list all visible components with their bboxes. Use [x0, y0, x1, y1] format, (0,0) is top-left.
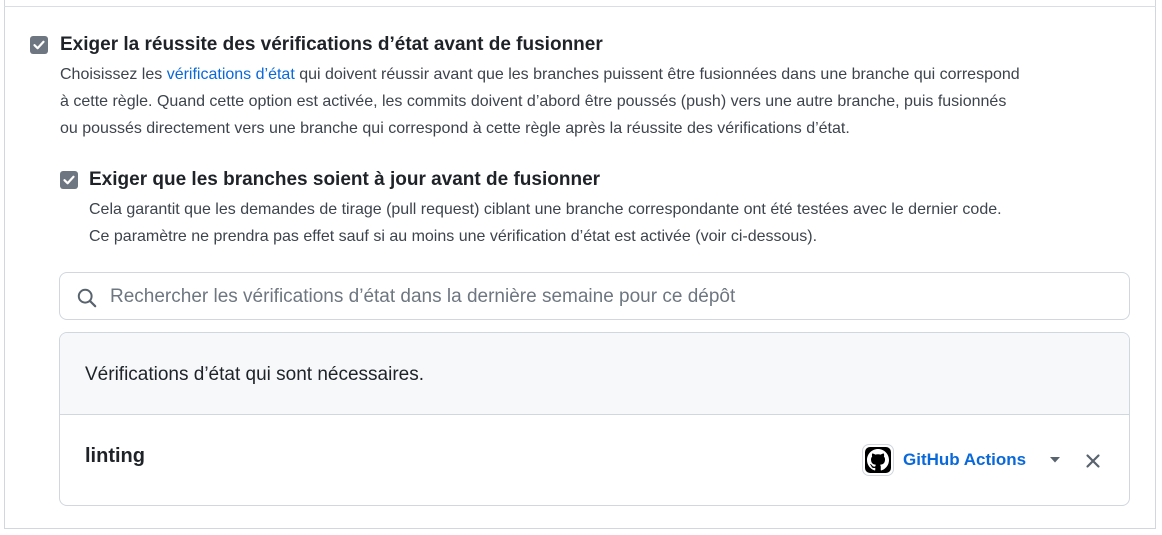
chevron-down-icon[interactable] — [1049, 456, 1061, 464]
checkmark-icon — [33, 40, 45, 50]
close-icon[interactable] — [1085, 453, 1101, 469]
github-logo-icon — [867, 449, 889, 471]
desc-text: ou poussés directement vers une branche … — [60, 120, 850, 137]
desc-text: à cette règle. Quand cette option est ac… — [60, 93, 1007, 110]
required-checks-header-label: Vérifications d’état qui sont nécessaire… — [85, 364, 425, 385]
required-checks-box: Vérifications d’état qui sont nécessaire… — [59, 332, 1130, 506]
require-status-checks-checkbox[interactable] — [30, 36, 48, 54]
search-input[interactable] — [108, 282, 1112, 312]
search-icon — [77, 288, 97, 308]
section-divider — [4, 6, 1156, 7]
app-avatar — [862, 444, 894, 476]
desc-text: Choisissez les — [60, 66, 167, 83]
desc-text: qui doivent réussir avant que les branch… — [294, 66, 1020, 83]
require-status-checks-title: Exiger la réussite des vérifications d’é… — [60, 34, 603, 55]
check-name: linting — [85, 445, 145, 467]
desc-text: Ce paramètre ne prendra pas effet sauf s… — [89, 228, 818, 245]
app-selector-link[interactable]: GitHub Actions — [903, 450, 1026, 470]
require-up-to-date-description: Cela garantit que les demandes de tirage… — [89, 196, 1139, 250]
status-checks-doc-link[interactable]: vérifications d’état — [167, 66, 295, 83]
desc-text: Cela garantit que les demandes de tirage… — [89, 201, 1002, 218]
require-up-to-date-checkbox[interactable] — [60, 171, 78, 189]
checkmark-icon — [63, 175, 75, 185]
status-check-search — [59, 272, 1130, 320]
require-status-checks-description: Choisissez les vérifications d’état qui … — [60, 61, 1140, 142]
require-up-to-date-title: Exiger que les branches soient à jour av… — [89, 169, 601, 190]
required-checks-header: Vérifications d’état qui sont nécessaire… — [60, 333, 1129, 415]
